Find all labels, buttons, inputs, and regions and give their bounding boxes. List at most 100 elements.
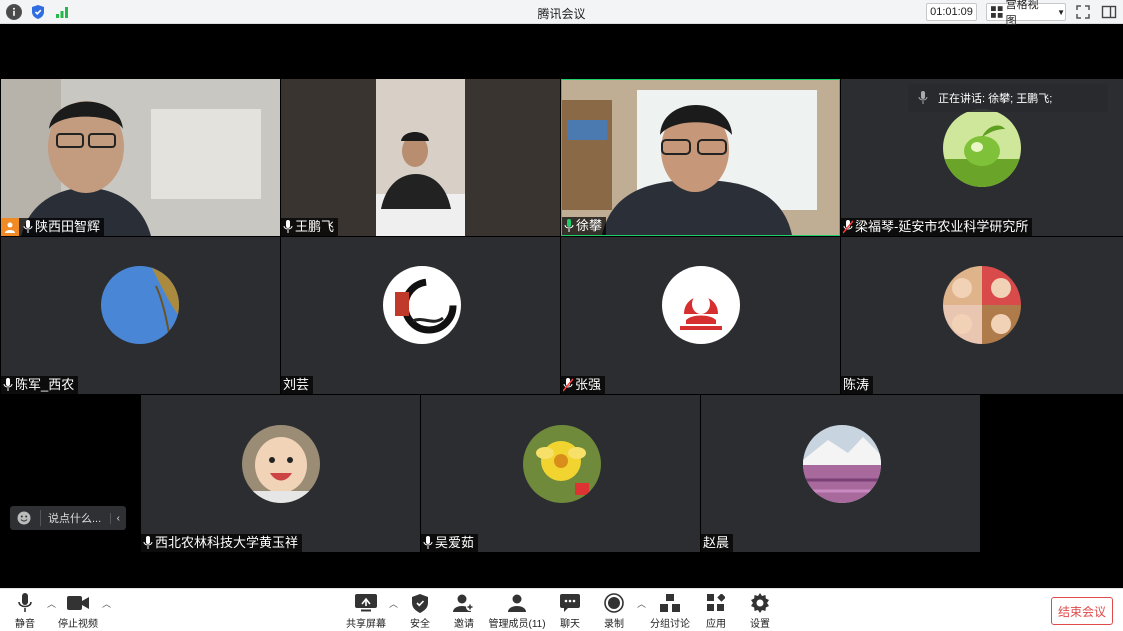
participant-name: 王鹏飞 xyxy=(295,219,335,234)
participant-tile[interactable]: 吴爱茹 xyxy=(421,395,700,552)
breakout-icon xyxy=(660,594,680,612)
share-screen-label: 共享屏幕 xyxy=(346,619,386,630)
participant-name-tag: 张强 xyxy=(561,376,606,394)
members-icon xyxy=(508,594,526,612)
participant-tile[interactable]: 赵晨 xyxy=(701,395,980,552)
chat-placeholder: 说点什么... xyxy=(40,510,101,526)
participant-name-tag: 王鹏飞 xyxy=(281,218,339,236)
participant-name-tag: 陈军_西农 xyxy=(1,376,79,394)
view-mode-dropdown[interactable]: 宫格视图 ▼ xyxy=(986,0,1066,27)
participant-name-tag: 陕西田智辉 xyxy=(1,218,105,236)
meeting-timer: 01:01:09 xyxy=(926,3,977,21)
shield-icon xyxy=(412,593,428,613)
participant-name: 徐攀 xyxy=(576,218,603,233)
chevron-down-icon: ▼ xyxy=(1057,7,1065,17)
participant-name: 梁福琴-延安市农业科学研究所 xyxy=(855,219,1029,234)
microphone-icon xyxy=(918,91,928,104)
participant-name-tag: 徐攀 xyxy=(562,217,607,235)
participant-avatar xyxy=(662,266,740,344)
participant-tile[interactable]: 刘芸 xyxy=(281,237,560,394)
participant-name: 陈军_西农 xyxy=(15,377,75,392)
stop-video-label: 停止视频 xyxy=(58,619,98,630)
participant-video xyxy=(281,79,560,236)
participant-name: 陕西田智辉 xyxy=(35,219,101,234)
speaking-indicator-text: 正在讲话: 徐攀; 王鹏飞; xyxy=(938,93,1053,105)
microphone-icon xyxy=(283,220,293,233)
participant-tile[interactable]: 陈军_西农 xyxy=(1,237,280,394)
add-user-icon xyxy=(453,594,474,612)
participant-name: 刘芸 xyxy=(283,377,310,392)
host-icon xyxy=(1,218,19,236)
fullscreen-icon[interactable] xyxy=(1075,4,1091,20)
participant-tile[interactable]: 徐攀 xyxy=(561,79,840,236)
speaking-microphone-icon xyxy=(564,219,574,232)
share-screen-icon xyxy=(355,594,377,612)
participant-video xyxy=(562,80,839,235)
participant-avatar xyxy=(803,425,881,503)
record-label: 录制 xyxy=(604,619,624,630)
participant-name-tag: 刘芸 xyxy=(281,376,314,394)
invite-button[interactable]: 邀请 xyxy=(437,593,491,630)
participant-name: 张强 xyxy=(575,377,602,392)
invite-label: 邀请 xyxy=(454,619,474,630)
microphone-icon xyxy=(423,536,433,549)
participant-tile[interactable]: 王鹏飞 xyxy=(281,79,560,236)
quick-chat-input[interactable]: 说点什么... ‹ xyxy=(10,506,126,530)
microphone-icon xyxy=(18,593,32,612)
manage-members-label: 管理成员(11) xyxy=(488,619,546,630)
shield-icon[interactable] xyxy=(30,4,46,20)
microphone-icon xyxy=(23,220,33,233)
participant-tile[interactable]: 陕西田智辉 xyxy=(1,79,280,236)
collapse-chevron-icon[interactable]: ‹ xyxy=(109,512,120,524)
participant-name-tag: 西北农林科技大学黄玉祥 xyxy=(141,534,303,552)
view-mode-label: 宫格视图 xyxy=(1005,0,1039,27)
title-bar: 腾讯会议 01:01:09 宫格视图 ▼ xyxy=(0,0,1123,27)
video-options-chevron-icon[interactable]: ︿ xyxy=(102,597,111,610)
emoji-icon[interactable] xyxy=(12,506,36,530)
sidebar-toggle-icon[interactable] xyxy=(1101,4,1117,20)
participant-name: 西北农林科技大学黄玉祥 xyxy=(155,535,299,550)
participant-name-tag: 梁福琴-延安市农业科学研究所 xyxy=(841,218,1033,236)
manage-members-button[interactable]: 管理成员(11) xyxy=(488,593,546,630)
participant-avatar xyxy=(383,266,461,344)
participant-name: 陈涛 xyxy=(843,377,870,392)
mute-button[interactable]: 静音 xyxy=(0,593,52,630)
participant-video xyxy=(1,79,280,236)
participant-name-tag: 赵晨 xyxy=(701,534,734,552)
meeting-toolbar: 静音 ︿ 停止视频 ︿ 共享屏幕 ︿ 安全 邀请 管理成员(11) 聊天 录制 … xyxy=(0,588,1123,631)
info-icon[interactable] xyxy=(6,4,22,20)
participant-name-tag: 吴爱茹 xyxy=(421,534,479,552)
participant-name: 赵晨 xyxy=(703,535,730,550)
muted-microphone-icon xyxy=(563,378,573,392)
security-label: 安全 xyxy=(410,619,430,630)
microphone-icon xyxy=(143,536,153,549)
participant-tile[interactable]: 西北农林科技大学黄玉祥 xyxy=(141,395,420,552)
chat-icon xyxy=(560,594,580,612)
speaking-indicator: 正在讲话: 徐攀; 王鹏飞; xyxy=(908,84,1108,112)
mute-label: 静音 xyxy=(15,619,35,630)
apps-label: 应用 xyxy=(706,619,726,630)
signal-icon[interactable] xyxy=(54,4,70,20)
settings-button[interactable]: 设置 xyxy=(733,593,787,630)
microphone-icon xyxy=(3,378,13,391)
camera-icon xyxy=(67,596,89,610)
end-meeting-button[interactable]: 结束会议 xyxy=(1051,597,1113,625)
muted-microphone-icon xyxy=(843,220,853,234)
participant-tile[interactable]: 陈涛 xyxy=(841,237,1123,394)
participant-avatar xyxy=(943,266,1021,344)
record-button[interactable]: 录制 xyxy=(587,593,641,630)
participant-avatar xyxy=(943,109,1021,187)
chat-label: 聊天 xyxy=(560,619,580,630)
grid-icon xyxy=(991,6,1003,18)
share-screen-button[interactable]: 共享屏幕 xyxy=(339,593,393,630)
settings-label: 设置 xyxy=(750,619,770,630)
participant-avatar xyxy=(523,425,601,503)
record-icon xyxy=(604,593,624,613)
participant-avatar xyxy=(242,425,320,503)
breakout-rooms-label: 分组讨论 xyxy=(650,619,690,630)
stop-video-button[interactable]: 停止视频 xyxy=(51,593,105,630)
gear-icon xyxy=(751,593,769,613)
apps-icon xyxy=(707,594,725,611)
participant-tile[interactable]: 张强 xyxy=(561,237,840,394)
participant-name: 吴爱茹 xyxy=(435,535,475,550)
